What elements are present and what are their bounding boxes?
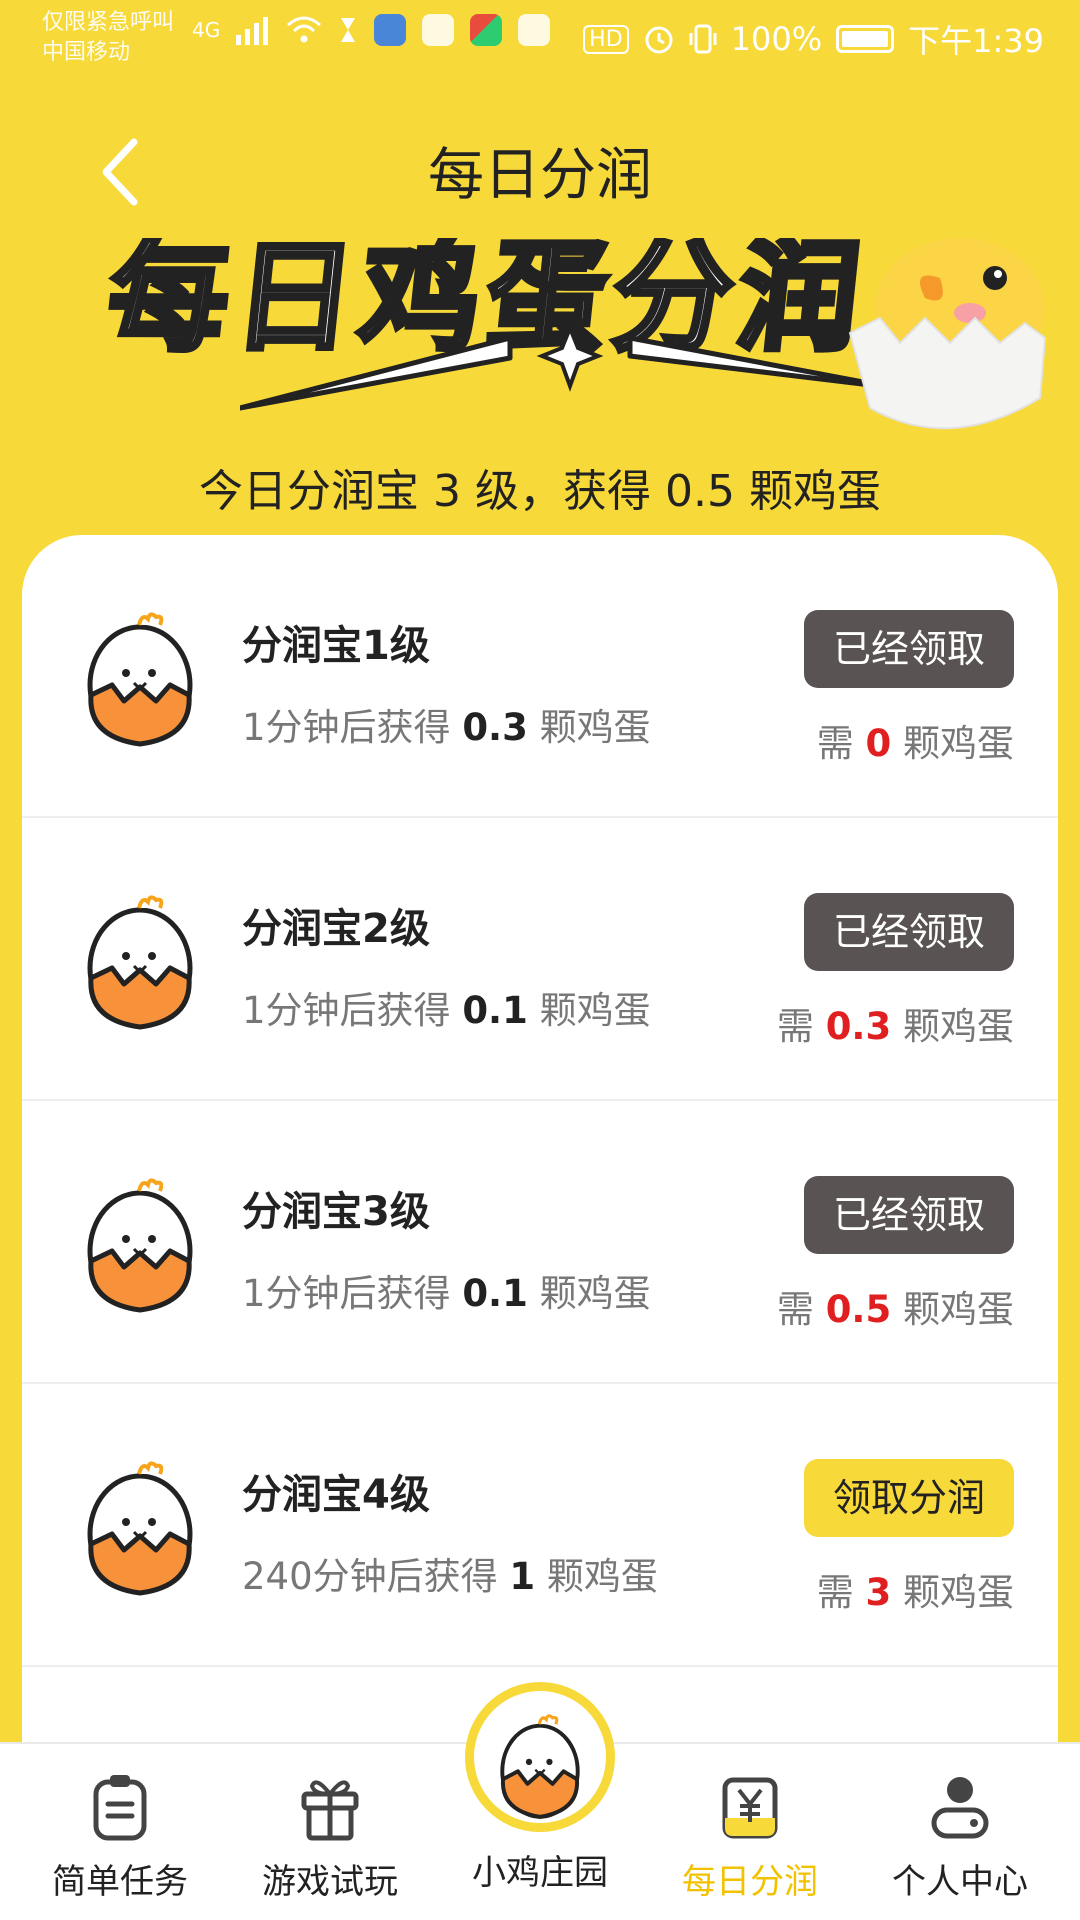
egg-icon [500,1714,580,1819]
app-header: 每日分润 [0,70,1080,240]
reward-amount: 0.3 [462,706,528,749]
level-reward-desc: 1分钟后获得 0.3 颗鸡蛋 [242,697,651,751]
level-requirement: 需 0 颗鸡蛋 [817,713,1014,767]
need-suffix: 颗鸡蛋 [903,1571,1014,1614]
claimed-button[interactable]: 已经领取 [804,1176,1014,1254]
claimed-button[interactable]: 已经领取 [804,893,1014,971]
person-icon [931,1777,989,1839]
nav-item-daily-share[interactable]: 每日分润 [650,1744,850,1920]
level-row: 分润宝1级 1分钟后获得 0.3 颗鸡蛋 已经领取 需 0 颗鸡蛋 [22,535,1058,818]
egg-mascot-icon [87,612,193,747]
nav-item-games[interactable]: 游戏试玩 [230,1744,430,1920]
reward-suffix: 颗鸡蛋 [546,1555,658,1598]
nav-label-tasks: 简单任务 [52,1862,188,1902]
yuan-icon [722,1777,778,1839]
level-name: 分润宝3级 [242,1189,430,1235]
need-prefix: 需 [816,1571,854,1614]
need-suffix: 颗鸡蛋 [903,1288,1014,1331]
signal-icon [236,17,269,45]
need-amount: 0 [865,722,892,765]
claim-button[interactable]: 领取分润 [804,1459,1014,1537]
need-prefix: 需 [816,722,854,765]
notification-icons: 4G [192,14,551,46]
carrier-info: 仅限紧急呼叫 中国移动 [42,8,174,68]
egg-mascot-icon [87,895,193,1030]
clipboard-icon [93,1775,147,1841]
reward-prefix: 1分钟后获得 [242,1272,451,1315]
need-suffix: 颗鸡蛋 [903,722,1014,765]
level-row: 分润宝4级 240分钟后获得 1 颗鸡蛋 领取分润 需 3 颗鸡蛋 [22,1384,1058,1667]
level-name: 分润宝4级 [242,1472,430,1518]
level-name: 分润宝1级 [242,623,430,669]
level-row: 分润宝3级 1分钟后获得 0.1 颗鸡蛋 已经领取 需 0.5 颗鸡蛋 [22,1101,1058,1384]
page-title: 每日分润 [428,143,652,208]
claimed-button[interactable]: 已经领取 [804,610,1014,688]
nav-item-profile[interactable]: 个人中心 [860,1744,1060,1920]
banner-sparkles [240,322,898,411]
battery-icon [836,25,895,53]
gift-icon [301,1780,359,1841]
nav-item-tasks[interactable]: 简单任务 [20,1744,220,1920]
nav-label-chicken-farm[interactable]: 小鸡庄园 [440,1845,640,1894]
level-requirement: 需 0.5 颗鸡蛋 [777,1279,1014,1333]
need-suffix: 颗鸡蛋 [903,1005,1014,1048]
nav-item-chicken-farm[interactable] [465,1682,615,1832]
nav-label-games: 游戏试玩 [262,1862,398,1902]
reward-amount: 0.1 [462,989,528,1032]
chick-in-egg-image [848,238,1047,430]
hd-badge: HD [583,24,629,54]
egg-mascot-icon [87,1178,193,1313]
network-type: 4G [192,18,221,42]
carrier-line-2: 中国移动 [42,40,131,65]
reward-amount: 1 [509,1555,536,1598]
wifi-icon [287,16,322,43]
video-app-icon [470,14,503,46]
level-requirement: 需 0.3 颗鸡蛋 [777,996,1014,1050]
level-name: 分润宝2级 [242,906,430,952]
need-prefix: 需 [776,1005,814,1048]
system-status: HD 100% 下午1:39 [583,16,1044,62]
nav-label-daily-share: 每日分润 [682,1862,818,1902]
reward-prefix: 240分钟后获得 [242,1555,498,1598]
reward-prefix: 1分钟后获得 [242,706,451,749]
message-icon [518,14,551,46]
wechat-icon [422,14,455,46]
reward-amount: 0.1 [462,1272,528,1315]
clock: 下午1:39 [908,22,1044,60]
level-reward-desc: 240分钟后获得 1 颗鸡蛋 [242,1546,658,1600]
need-amount: 0.5 [825,1288,892,1331]
level-reward-desc: 1分钟后获得 0.1 颗鸡蛋 [242,1263,651,1317]
level-reward-desc: 1分钟后获得 0.1 颗鸡蛋 [242,980,651,1034]
battery-percent: 100% [730,20,823,58]
hourglass-icon [341,18,356,42]
reward-prefix: 1分钟后获得 [242,989,451,1032]
need-amount: 3 [865,1571,892,1614]
levels-card: 分润宝1级 1分钟后获得 0.3 颗鸡蛋 已经领取 需 0 颗鸡蛋 分润宝2级 … [22,535,1058,1795]
status-bar: 仅限紧急呼叫 中国移动 4G HD 100% 下午1:39 [0,0,1080,70]
daily-summary: 今日分润宝 3 级，获得 0.5 颗鸡蛋 [199,466,881,517]
carrier-line-1: 仅限紧急呼叫 [42,10,175,35]
vibrate-icon [689,24,717,54]
need-amount: 0.3 [825,1005,892,1048]
reward-suffix: 颗鸡蛋 [539,706,651,749]
level-requirement: 需 3 颗鸡蛋 [817,1562,1014,1616]
reward-suffix: 颗鸡蛋 [539,989,651,1032]
need-prefix: 需 [776,1288,814,1331]
level-row: 分润宝2级 1分钟后获得 0.1 颗鸡蛋 已经领取 需 0.3 颗鸡蛋 [22,818,1058,1101]
banner: 每日鸡蛋分润 [0,238,1080,438]
nav-label-profile: 个人中心 [892,1862,1028,1902]
egg-mascot-icon [87,1461,193,1596]
app-notification-icon [374,14,407,46]
reward-suffix: 颗鸡蛋 [539,1272,651,1315]
alarm-icon [645,26,673,54]
